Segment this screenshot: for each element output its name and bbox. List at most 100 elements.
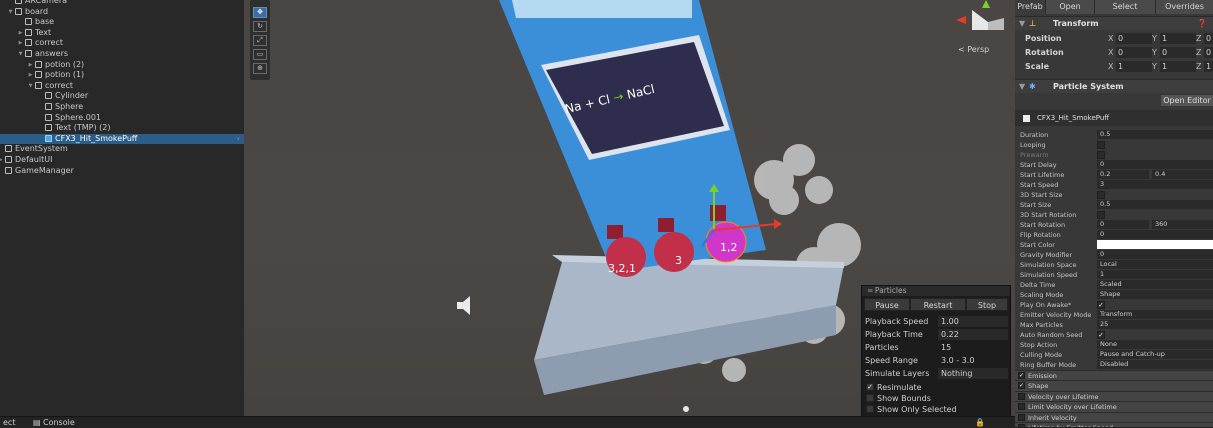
property-value-field[interactable]: 0.2 [1097,170,1149,179]
property-value-field[interactable]: Scaled [1097,280,1213,289]
chevron-right-icon[interactable]: › [237,134,240,145]
checkbox[interactable]: ✓ [866,383,874,391]
module-enable-checkbox[interactable]: ✓ [1018,382,1025,390]
rotate-tool-button[interactable]: ↻ [253,21,267,32]
property-value-max-field[interactable]: 360 [1152,220,1213,229]
property-checkbox[interactable] [1097,141,1105,149]
module-enable-checkbox[interactable] [1018,403,1025,411]
console-tab[interactable]: Console [43,417,75,428]
property-value-field[interactable]: None [1097,340,1213,349]
particle-system-header[interactable]: ▼ ✱ Particle System [1015,79,1213,93]
module-header[interactable]: Lifetime by Emitter Speed [1015,422,1213,427]
property-value-field[interactable]: Disabled [1097,360,1213,369]
transform-position-y-field[interactable]: 1 [1160,33,1196,44]
collapsed-arrow-icon[interactable]: ▶ [27,60,34,71]
expanded-arrow-icon[interactable]: ▼ [7,7,14,18]
property-value-field[interactable]: Transform [1097,310,1213,319]
project-tab[interactable]: ect [3,417,15,428]
property-value-field[interactable]: Local [1097,260,1213,269]
hierarchy-item[interactable]: EventSystem [0,144,244,155]
property-value-field[interactable]: Pause and Catch-up [1097,350,1213,359]
module-enable-checkbox[interactable]: ✓ [1018,372,1025,379]
collapsed-arrow-icon[interactable]: ▶ [17,28,24,39]
property-checkbox[interactable] [1097,191,1105,199]
move-tool-button[interactable]: ✥ [253,7,267,18]
hierarchy-item[interactable]: ▼ correct [0,81,244,92]
property-value-field[interactable]: 0 [1097,220,1149,229]
audio-source-icon[interactable] [457,296,470,315]
transform-rotation-z-field[interactable]: 0 [1204,47,1213,58]
module-header[interactable]: Inherit Velocity [1015,411,1213,423]
particles-stat-value[interactable]: 0.22 [938,329,1008,340]
hierarchy-item[interactable]: ▶ DefaultUI [0,155,244,166]
property-value-max-field[interactable]: 0.4 [1152,170,1213,179]
hierarchy-item[interactable]: Cylinder [0,91,244,102]
property-value-field[interactable]: 0 [1097,230,1213,239]
property-value-field[interactable]: 3 [1097,180,1213,189]
open-editor-button[interactable]: Open Editor [1161,95,1213,106]
expanded-arrow-icon[interactable]: ▼ [17,49,24,60]
property-value-field[interactable]: 0 [1097,160,1213,169]
rect-tool-button[interactable]: ▭ [253,49,267,60]
hierarchy-item[interactable]: Text (TMP) (2) [0,123,244,134]
collapsed-arrow-icon[interactable]: ▶ [17,38,24,49]
transform-position-z-field[interactable]: 0 [1204,33,1213,44]
module-header[interactable]: ✓ Emission [1015,370,1213,381]
module-header[interactable]: ✓ Shape [1015,380,1213,392]
property-value-field[interactable]: Shape [1097,290,1213,299]
transform-scale-z-field[interactable]: 1 [1204,61,1213,72]
hierarchy-item[interactable]: base [0,17,244,28]
scene-orientation-gizmo[interactable] [956,0,1004,30]
property-checkbox[interactable] [1097,151,1105,159]
property-checkbox[interactable] [1097,211,1105,219]
help-icon[interactable]: ❓ [1197,17,1207,30]
transform-header[interactable]: ▼ ⊥ Transform ❓ [1015,16,1213,30]
foldout-arrow-icon[interactable]: ▼ [1019,17,1025,30]
checkbox[interactable] [866,394,874,402]
module-enable-checkbox[interactable] [1018,392,1025,400]
hierarchy-item[interactable]: ▶ potion (2) [0,60,244,71]
property-value-field[interactable]: 1 [1097,270,1213,279]
scale-tool-button[interactable]: ⤢ [253,35,267,46]
hierarchy-item[interactable]: ▼ board [0,7,244,18]
hierarchy-item[interactable]: Sphere.001 [0,113,244,124]
hierarchy-item[interactable]: ▶ potion (1) [0,70,244,81]
restart-button[interactable]: Restart [910,298,966,311]
hierarchy-item[interactable]: ▶ Text [0,28,244,39]
property-value-field[interactable]: 25 [1097,320,1213,329]
collapsed-arrow-icon[interactable]: ▶ [27,70,34,81]
prefab-open-button[interactable]: Open [1046,0,1095,14]
property-checkbox[interactable]: ✓ [1097,331,1105,339]
hierarchy-item[interactable]: CFX3_Hit_SmokePuff › [0,133,244,145]
property-checkbox[interactable]: ✓ [1097,301,1105,309]
prefab-overrides-button[interactable]: Overrides [1156,0,1213,14]
foldout-arrow-icon[interactable]: ▼ [1019,80,1025,93]
prefab-select-button[interactable]: Select [1095,0,1156,14]
module-header[interactable]: Velocity over Lifetime [1015,390,1213,402]
hierarchy-item[interactable]: ▼ answers [0,49,244,60]
particles-stat-value[interactable]: 1.00 [938,316,1008,327]
start-color-swatch[interactable] [1097,240,1213,249]
persp-label[interactable]: < Persp [958,45,989,54]
property-value-field[interactable]: 0 [1097,250,1213,259]
stop-button[interactable]: Stop [966,298,1008,311]
pause-button[interactable]: Pause [864,298,910,311]
transform-scale-x-field[interactable]: 1 [1116,61,1152,72]
checkbox[interactable] [866,405,874,413]
hierarchy-item[interactable]: Sphere [0,102,244,113]
transform-rotation-y-field[interactable]: 0 [1160,47,1196,58]
lock-icon[interactable]: 🔒 [975,417,985,428]
transform-rotation-x-field[interactable]: 0 [1116,47,1152,58]
hierarchy-item[interactable]: GameManager [0,166,244,177]
collapsed-arrow-icon[interactable]: ▶ [0,155,4,166]
hierarchy-item[interactable]: ▶ correct [0,38,244,49]
transform-position-x-field[interactable]: 0 [1116,33,1152,44]
property-value-field[interactable]: 0.5 [1097,200,1213,209]
module-header[interactable]: Limit Velocity over Lifetime [1015,401,1213,413]
particle-system-name-bar[interactable]: CFX3_Hit_SmokePuff [1015,110,1213,126]
property-value-field[interactable]: 0.5 [1097,130,1213,139]
transform-tool-button[interactable]: ⊕ [253,63,267,74]
hierarchy-item[interactable]: ARCamera [0,0,244,7]
module-enable-checkbox[interactable] [1018,413,1025,421]
transform-scale-y-field[interactable]: 1 [1160,61,1196,72]
